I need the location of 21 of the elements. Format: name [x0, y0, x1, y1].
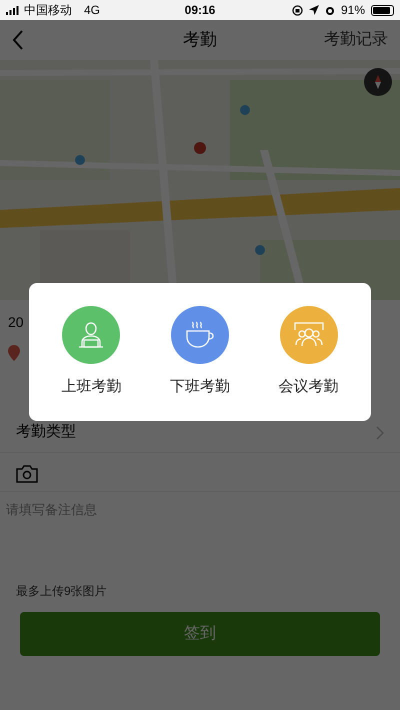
alarm-icon [324, 4, 335, 16]
clock-time: 09:16 [184, 2, 216, 19]
network-type: 4G [84, 2, 100, 19]
battery-percent: 91% [340, 2, 365, 19]
location-pin-icon [8, 345, 20, 361]
attendance-option[interactable]: 上班考勤 [41, 306, 142, 398]
location-text: 20 [8, 313, 24, 332]
upload-hint: 最多上传9张图片 [15, 583, 108, 600]
camera-icon[interactable] [16, 465, 38, 483]
coffee-cup-icon [184, 320, 216, 350]
type-label: 考勤类型 [16, 422, 76, 442]
chevron-right-icon [376, 426, 384, 440]
signal-icon [6, 6, 20, 14]
attendance-option[interactable]: 会议考勤 [258, 306, 359, 398]
battery-icon [371, 4, 394, 16]
page-title: 考勤 [183, 29, 217, 52]
carrier-name: 中国移动 [24, 2, 72, 19]
back-icon [12, 30, 24, 50]
rotation-lock-icon [292, 4, 303, 16]
location-arrow-icon [308, 5, 319, 15]
attendance-option[interactable]: 下班考勤 [150, 306, 250, 398]
